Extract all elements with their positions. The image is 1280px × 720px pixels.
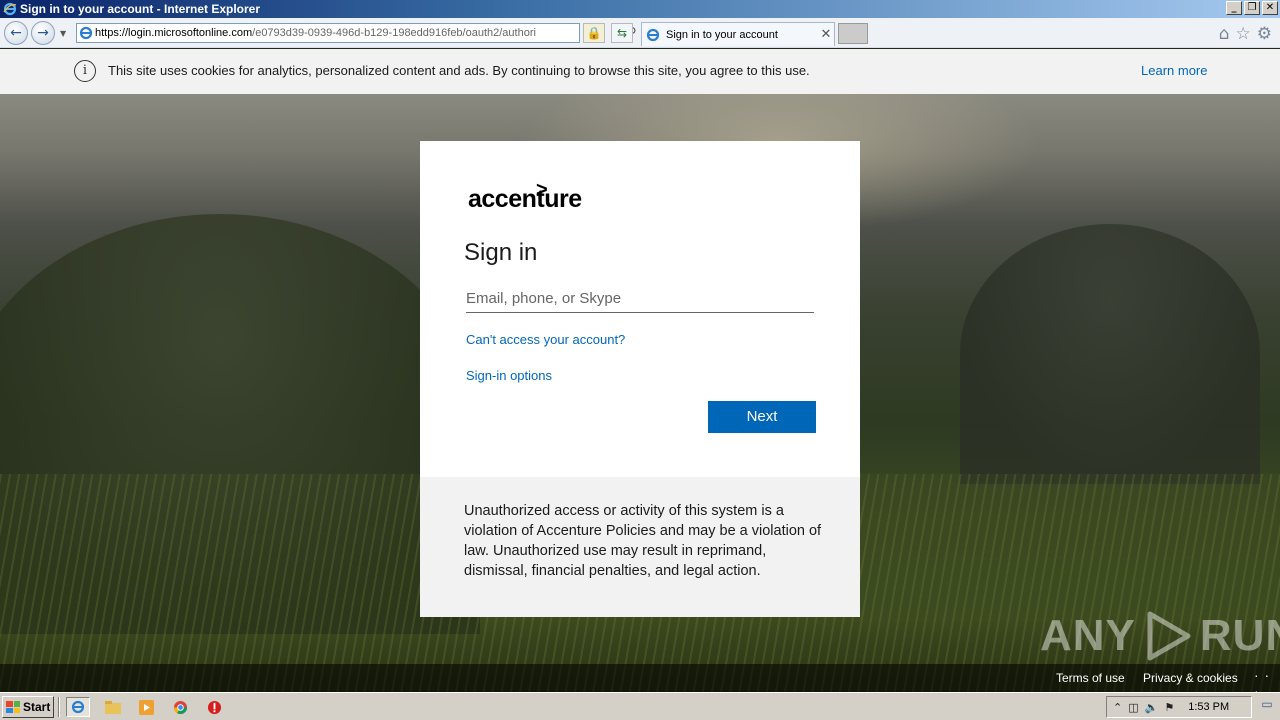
page-favicon-icon — [77, 24, 95, 42]
tab-favicon-icon — [646, 28, 664, 42]
anyrun-watermark: ANY RUN — [1040, 608, 1280, 664]
start-label: Start — [23, 700, 51, 714]
close-window-button[interactable]: ✕ — [1262, 1, 1278, 15]
show-desktop-icon[interactable]: ▭ — [1258, 697, 1276, 717]
gear-icon[interactable]: ⚙ — [1257, 24, 1272, 44]
tray-expand-icon[interactable]: ⌃ — [1113, 701, 1122, 714]
history-dropdown-icon[interactable]: ▼ — [60, 29, 66, 38]
cookie-banner: i This site uses cookies for analytics, … — [0, 49, 1280, 94]
email-field[interactable] — [466, 284, 814, 313]
taskbar-ie-icon[interactable] — [66, 697, 90, 717]
back-arrow-icon: ← — [10, 25, 22, 41]
learn-more-link[interactable]: Learn more — [1141, 63, 1207, 78]
back-button[interactable]: ← — [4, 21, 28, 45]
taskbar-stop-icon[interactable] — [202, 697, 226, 717]
info-icon: i — [74, 60, 96, 82]
next-button[interactable]: Next — [708, 401, 816, 433]
taskbar-chrome-icon[interactable] — [168, 697, 192, 717]
home-icon[interactable]: ⌂ — [1219, 24, 1230, 44]
lock-icon[interactable]: 🔒 — [583, 23, 605, 43]
tab-label: Sign in to your account — [666, 28, 778, 41]
watermark-right-text: RUN — [1199, 611, 1280, 660]
forward-button[interactable]: → — [31, 21, 55, 45]
window-title-bar: Sign in to your account - Internet Explo… — [0, 0, 1280, 18]
cant-access-account-link[interactable]: Can't access your account? — [466, 332, 625, 347]
system-tray: ⌃ ◫ 🔈 ⚑ 1:53 PM — [1106, 696, 1252, 718]
logo-mark: > — [536, 179, 548, 201]
volume-icon[interactable]: 🔈 — [1145, 701, 1159, 714]
page-title: Sign in — [464, 239, 538, 266]
sign-in-options-link[interactable]: Sign-in options — [466, 368, 552, 383]
window-controls: _ ❐ ✕ — [1226, 1, 1278, 15]
page-footer: Terms of use Privacy & cookies · · · — [0, 664, 1280, 699]
watermark-left-text: ANY — [1040, 611, 1136, 660]
minimize-button[interactable]: _ — [1226, 1, 1242, 15]
windows-taskbar: Start ⌃ ◫ 🔈 ⚑ 1:53 PM ▭ — [0, 692, 1280, 720]
legal-notice-panel: Unauthorized access or activity of this … — [420, 477, 860, 617]
cookie-message: This site uses cookies for analytics, pe… — [108, 63, 810, 78]
taskbar-media-player-icon[interactable] — [134, 697, 158, 717]
address-bar[interactable]: https://login.microsoftonline.com/e0793d… — [76, 23, 652, 43]
windows-flag-icon — [6, 701, 20, 713]
taskbar-clock[interactable]: 1:53 PM — [1188, 701, 1229, 713]
sign-in-card: > accenture Sign in Can't access your ac… — [420, 141, 860, 477]
favorites-star-icon[interactable]: ☆ — [1236, 24, 1251, 44]
terms-of-use-link[interactable]: Terms of use — [1056, 671, 1125, 685]
taskbar-folder-icon[interactable] — [101, 697, 125, 717]
new-tab-button[interactable] — [838, 23, 868, 44]
forward-arrow-icon: → — [37, 25, 49, 41]
privacy-cookies-link[interactable]: Privacy & cookies — [1143, 671, 1238, 685]
legal-notice-text: Unauthorized access or activity of this … — [464, 503, 822, 579]
refresh-button[interactable]: ⇆ — [611, 23, 633, 43]
watermark-play-icon — [1147, 611, 1191, 661]
logo-text: accenture — [468, 185, 582, 213]
browser-navigation-bar: ← → ▼ https://login.microsoftonline.com/… — [0, 18, 1280, 48]
start-button[interactable]: Start — [2, 696, 54, 718]
window-title: Sign in to your account - Internet Explo… — [20, 2, 261, 16]
browser-tools: ⌂ ☆ ⚙ — [1219, 24, 1272, 44]
address-url[interactable]: https://login.microsoftonline.com/e0793d… — [95, 27, 541, 39]
tab-sign-in[interactable]: Sign in to your account ✕ — [641, 22, 835, 46]
network-icon[interactable]: ◫ — [1128, 701, 1138, 714]
accenture-logo: > accenture — [468, 179, 582, 214]
restore-button[interactable]: ❐ — [1244, 1, 1260, 15]
tab-close-icon[interactable]: ✕ — [818, 27, 834, 42]
internet-explorer-icon — [2, 1, 18, 17]
action-center-flag-icon[interactable]: ⚑ — [1164, 701, 1174, 714]
